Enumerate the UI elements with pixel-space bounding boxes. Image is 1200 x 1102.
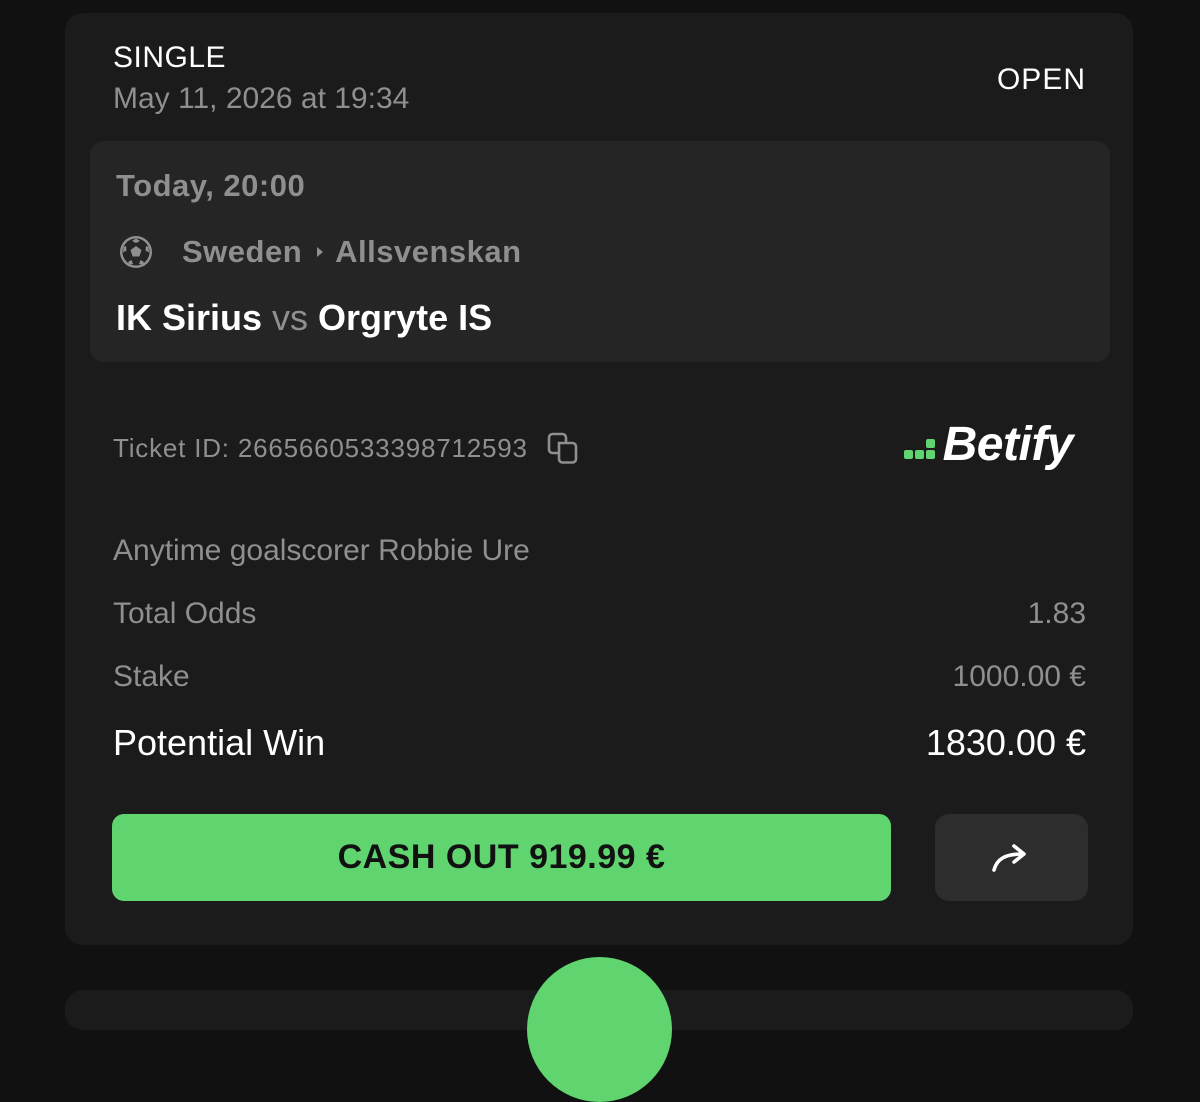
event-league: Allsvenskan: [335, 234, 522, 269]
brand-mark-icon: [903, 439, 935, 459]
stake-row: Stake 1000.00 €: [113, 660, 1086, 694]
vs-label: vs: [272, 297, 309, 338]
potential-win-label: Potential Win: [113, 722, 326, 763]
stake-value: 1000.00 €: [952, 660, 1086, 693]
away-team: Orgryte IS: [318, 297, 493, 338]
event-time: Today, 20:00: [116, 168, 306, 203]
match-teams: IK Sirius vs Orgryte IS: [116, 297, 492, 339]
bet-status-badge: OPEN: [996, 63, 1086, 96]
event-country: Sweden: [182, 234, 303, 269]
total-odds-row: Total Odds 1.83: [113, 597, 1086, 631]
bet-placed-date: May 11, 2026 at 19:34: [113, 82, 410, 115]
home-team: IK Sirius: [116, 297, 263, 338]
potential-win-row: Potential Win 1830.00 €: [113, 722, 1086, 764]
bet-type: SINGLE: [113, 41, 227, 74]
ticket-id: Ticket ID: 2665660533398712593: [113, 432, 528, 463]
brand-name: Betify: [942, 418, 1074, 471]
ticket-id-row: Ticket ID: 2665660533398712593: [113, 431, 580, 465]
total-odds-label: Total Odds: [113, 597, 257, 630]
brand-logo: Betify: [903, 418, 1074, 471]
chevron-right-icon: [317, 247, 324, 257]
share-button[interactable]: [935, 814, 1088, 901]
potential-win-value: 1830.00 €: [925, 722, 1086, 763]
selection-text: Anytime goalscorer Robbie Ure: [113, 534, 530, 567]
floating-action-button[interactable]: [527, 957, 672, 1102]
event-panel[interactable]: Today, 20:00 Sweden Allsvenskan IK Siriu…: [90, 141, 1110, 362]
soccer-ball-icon: [120, 236, 152, 268]
stake-label: Stake: [113, 660, 190, 693]
copy-icon[interactable]: [546, 431, 580, 465]
cashout-button[interactable]: CASH OUT 919.99 €: [112, 814, 891, 901]
league-breadcrumb: Sweden Allsvenskan: [118, 234, 522, 270]
share-arrow-icon: [991, 843, 1026, 872]
selection-row: Anytime goalscorer Robbie Ure: [113, 534, 1086, 568]
total-odds-value: 1.83: [1027, 597, 1086, 630]
bet-ticket-card: SINGLE May 11, 2026 at 19:34 OPEN Today,…: [65, 13, 1133, 945]
